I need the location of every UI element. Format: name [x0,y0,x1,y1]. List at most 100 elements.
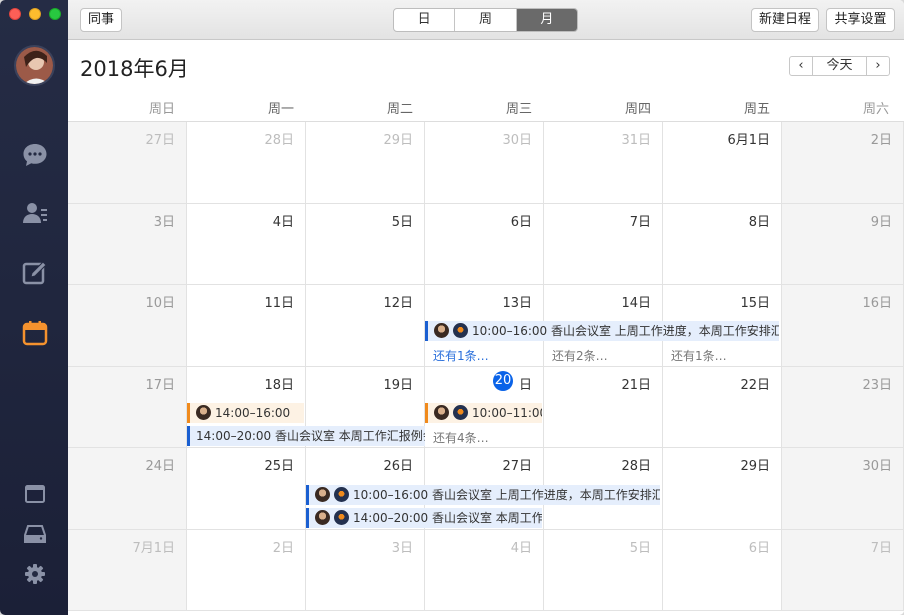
day-number: 30日 [502,133,532,148]
day-cell[interactable]: 27日 [68,122,187,204]
day-cell[interactable]: 4日 [425,529,544,611]
day-cell[interactable]: 11日 [187,285,306,367]
day-cell[interactable]: 17日 [68,366,187,448]
event-text: 14:00–20:00 香山会议室 本周工作汇报例会 [196,429,425,443]
calendar-event[interactable]: 10:00–16:00 香山会议室 上周工作进度，本周工作安排汇报 [306,485,660,505]
day-number: 7日 [629,214,651,230]
day-number: 4日 [510,540,532,556]
weekday-header-thu: 周四 [624,102,651,117]
contacts-icon[interactable] [22,200,48,226]
day-number: 6日 [748,540,770,556]
new-event-button[interactable]: 新建日程 [751,8,819,32]
day-number: 31日 [621,133,651,148]
calendar-event[interactable]: 10:00–16:00 香山会议室 上周工作进度，本周工作安排汇报 [425,321,779,341]
day-cell[interactable]: 3日 [306,529,425,611]
weekday-header-fri: 周五 [743,102,770,117]
calendar-event[interactable]: 14:00–20:00 香山会议室 本周工作汇报 [306,508,542,528]
day-cell[interactable]: 4日 [187,203,306,285]
day-cell[interactable]: 25日 [187,448,306,530]
day-number: 8日 [748,214,770,230]
today-button[interactable]: 今天 [812,57,867,75]
tab-month[interactable]: 月 [516,9,577,31]
more-events-link[interactable]: 还有1条… [433,347,489,364]
day-number: 5日 [629,540,651,556]
day-cell[interactable]: 7月1日 [68,529,187,611]
day-cell[interactable]: 6日 [425,203,544,285]
day-cell[interactable]: 22日 [663,366,782,448]
day-cell[interactable]: 6日 [663,529,782,611]
day-cell[interactable]: 8日 [663,203,782,285]
day-cell[interactable]: 9日 [782,203,904,285]
chevron-left-icon[interactable]: ‹ [790,57,812,75]
day-cell[interactable]: 6月1日 [663,122,782,204]
day-number: 4日 [272,214,294,230]
day-number: 6月1日 [727,133,770,148]
day-number: 30日 [862,459,892,474]
more-events-link[interactable]: 还有1条… [671,347,727,364]
day-cell[interactable]: 7日 [544,203,663,285]
tab-day[interactable]: 日 [394,9,456,31]
date-navigator: ‹ 今天 › [789,56,890,76]
more-events-link[interactable]: 还有4条… [433,429,489,446]
calendar-event[interactable]: 14:00–20:00 香山会议室 本周工作汇报例会 [187,426,425,446]
day-cell[interactable]: 28日 [187,122,306,204]
attendee-avatar [453,323,468,338]
view-switcher: 日 周 月 [393,8,578,32]
window-icon[interactable] [22,481,48,507]
day-cell[interactable]: 30日 [425,122,544,204]
day-cell[interactable]: 5日 [544,529,663,611]
day-cell[interactable]: 30日 [782,448,904,530]
user-avatar[interactable] [14,45,55,86]
day-number: 6日 [510,214,532,230]
day-cell[interactable]: 5日 [306,203,425,285]
day-cell[interactable]: 29日 [663,448,782,530]
gear-icon[interactable] [22,561,48,587]
event-text: 10:00–16:00 香山会议室 上周工作进度，本周工作安排汇报 [472,324,779,338]
calendar-icon[interactable] [22,320,48,346]
day-number: 11日 [264,296,294,311]
day-number: 26日 [383,459,413,474]
day-cell[interactable]: 3日 [68,203,187,285]
close-window-button[interactable] [9,8,21,20]
day-cell[interactable]: 7日 [782,529,904,611]
today-date-badge: 20 [493,370,513,391]
day-number: 2日 [870,133,892,148]
day-cell[interactable]: 16日 [782,285,904,367]
attendee-avatar [334,510,349,525]
event-text: 10:00–11:00 [472,406,542,420]
day-cell[interactable]: 2日 [187,529,306,611]
sidebar [0,0,68,615]
day-cell[interactable]: 31日 [544,122,663,204]
day-cell[interactable]: 29日 [306,122,425,204]
attendee-avatar [334,487,349,502]
day-number: 22日 [740,377,770,393]
day-cell[interactable]: 12日 [306,285,425,367]
day-number: 12日 [383,296,413,311]
day-cell[interactable]: 23日 [782,366,904,448]
day-number: 29日 [740,459,770,474]
calendar-event[interactable]: 14:00–16:00 [187,403,304,423]
edit-icon[interactable] [22,260,48,286]
day-cell[interactable]: 21日 [544,366,663,448]
minimize-window-button[interactable] [29,8,41,20]
day-cell[interactable]: 10日 [68,285,187,367]
maximize-window-button[interactable] [49,8,61,20]
toolbar: 同事 日 周 月 新建日程 共享设置 [68,0,904,40]
month-grid: 27日 28日 29日 30日 31日 6月1日 2日 3日 4日 5日 6日 7日 8日 9日 10日 11… [68,121,904,611]
weekday-header-wed: 周三 [505,102,532,117]
day-number: 14日 [621,296,651,311]
more-events-link[interactable]: 还有2条… [552,347,608,364]
chat-bubble-icon[interactable] [22,142,48,168]
colleagues-button[interactable]: 同事 [80,8,122,32]
day-number: 3日 [153,214,175,230]
event-text: 14:00–20:00 香山会议室 本周工作汇报 [353,511,542,525]
day-cell[interactable]: 24日 [68,448,187,530]
chevron-right-icon[interactable]: › [867,57,889,75]
drive-icon[interactable] [22,521,48,547]
tab-week[interactable]: 周 [455,9,517,31]
day-number: 27日 [502,459,532,474]
calendar-event[interactable]: 10:00–11:00 [425,403,542,423]
day-cell[interactable]: 2日 [782,122,904,204]
share-settings-button[interactable]: 共享设置 [826,8,895,32]
day-number: 21日 [621,377,651,393]
